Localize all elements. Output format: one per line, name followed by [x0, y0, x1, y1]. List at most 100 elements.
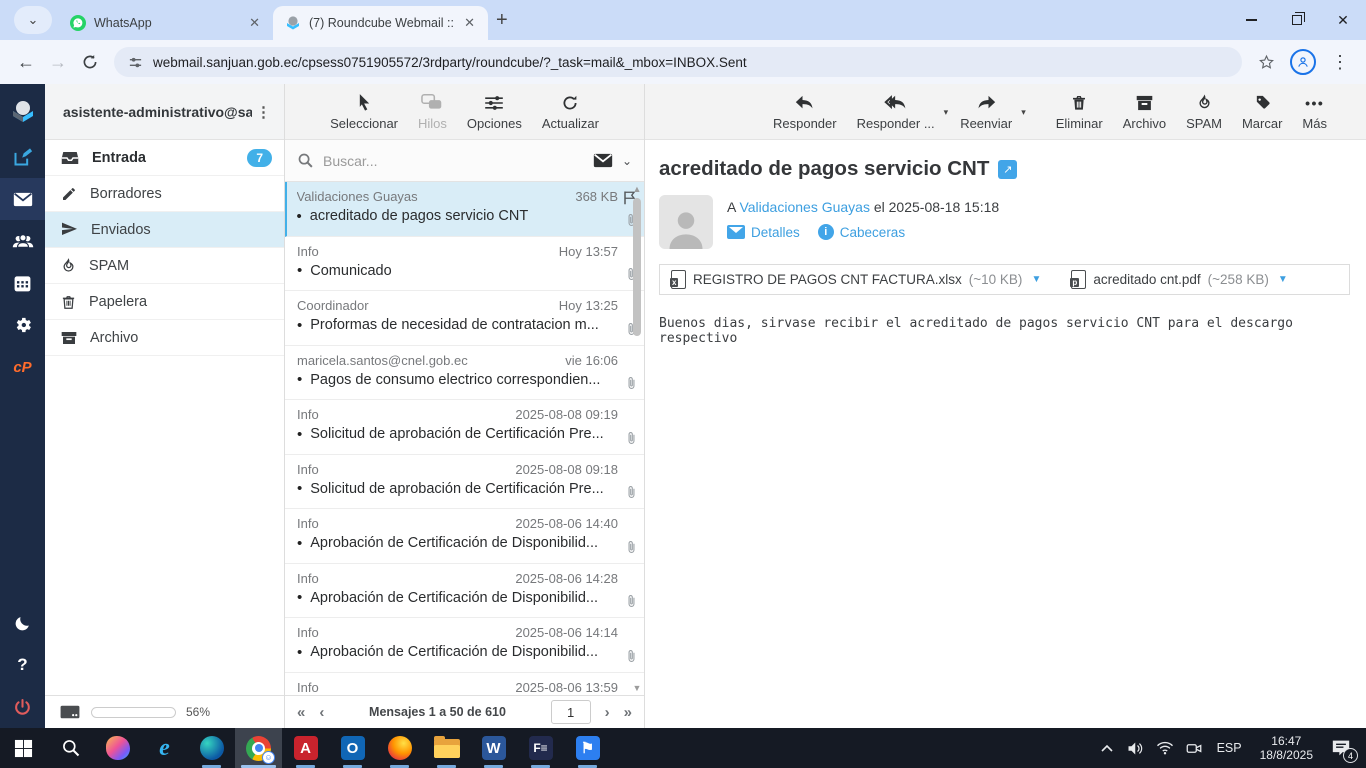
attachment-menu-icon[interactable]: ▼	[1278, 274, 1288, 285]
profile-avatar[interactable]	[1290, 49, 1316, 75]
search-options-chevron-icon[interactable]: ⌄	[622, 154, 632, 168]
forward-icon[interactable]: →	[42, 46, 74, 78]
reply-all-dropdown-icon[interactable]: ▾	[944, 107, 949, 118]
tab-search-button[interactable]: ⌄	[14, 6, 52, 34]
next-page-icon[interactable]: ›	[605, 704, 610, 721]
list-item[interactable]: Info 2025-08-06 14:14 • Aprobación de Cert…	[285, 618, 644, 673]
new-tab-button[interactable]: +	[496, 9, 508, 32]
page-input[interactable]	[550, 700, 591, 724]
meet-now-icon[interactable]	[1183, 741, 1205, 756]
reload-icon[interactable]	[74, 46, 106, 78]
list-item[interactable]: maricela.santos@cnel.gob.ec vie 16:06 • Pa…	[285, 346, 644, 400]
list-item[interactable]: Validaciones Guayas 368 KB • acreditado de…	[285, 182, 644, 237]
url-text: webmail.sanjuan.gob.ec/cpsess0751905572/…	[153, 54, 747, 70]
account-menu-icon[interactable]: ⋮	[252, 103, 276, 121]
archive-button[interactable]: Archivo	[1115, 93, 1174, 131]
list-scrollbar[interactable]: ▲ ▼	[631, 184, 643, 693]
start-button[interactable]	[0, 728, 47, 768]
back-icon[interactable]: ←	[10, 46, 42, 78]
list-item[interactable]: Info 2025-08-08 09:18 • Solicitud de aprob…	[285, 455, 644, 509]
list-item[interactable]: Info 2025-08-06 14:28 • Aprobación de Cert…	[285, 564, 644, 618]
account-name: asistente-administrativo@sa...	[63, 103, 252, 120]
folder-borradores[interactable]: Borradores	[45, 176, 284, 212]
windows-taskbar: e ☺ A O W F≡ ⚑ ESP 16:47 18/8/2025 4	[0, 728, 1366, 768]
list-item[interactable]: Info 2025-08-06 13:59	[285, 673, 644, 696]
tab-close-icon[interactable]: ✕	[246, 15, 263, 31]
site-settings-icon[interactable]	[128, 55, 143, 70]
reply-button[interactable]: Responder	[765, 93, 845, 131]
wifi-icon[interactable]	[1154, 741, 1176, 755]
headers-link[interactable]: i Cabeceras	[817, 224, 905, 240]
contacts-nav-icon[interactable]	[0, 220, 45, 262]
tab-whatsapp[interactable]: WhatsApp ✕	[58, 6, 273, 40]
edge-icon[interactable]	[188, 728, 235, 768]
options-button[interactable]: Opciones	[459, 93, 530, 131]
folder-enviados[interactable]: Enviados	[45, 212, 284, 248]
folder-entrada[interactable]: Entrada 7	[45, 140, 284, 176]
word-icon[interactable]: W	[470, 728, 517, 768]
volume-icon[interactable]	[1125, 741, 1147, 756]
forward-dropdown-icon[interactable]: ▾	[1021, 107, 1026, 118]
select-button[interactable]: Seleccionar	[322, 93, 406, 131]
chrome-icon[interactable]: ☺	[235, 728, 282, 768]
acrobat-icon[interactable]: A	[282, 728, 329, 768]
first-page-icon[interactable]: «	[297, 704, 305, 721]
search-input[interactable]	[323, 152, 584, 169]
scrollbar-thumb[interactable]	[633, 198, 641, 336]
more-button[interactable]: ••• Más	[1294, 93, 1335, 131]
attachment-xlsx[interactable]: x REGISTRO DE PAGOS CNT FACTURA.xlsx (~1…	[670, 270, 1041, 289]
logout-power-icon[interactable]	[0, 686, 45, 728]
dark-mode-moon-icon[interactable]	[0, 602, 45, 644]
taskbar-search-icon[interactable]	[47, 728, 94, 768]
folder-archivo[interactable]: Archivo	[45, 320, 284, 356]
cpanel-icon[interactable]: cP	[0, 346, 45, 388]
internet-explorer-icon[interactable]: e	[141, 728, 188, 768]
refresh-icon	[561, 93, 579, 113]
settings-gear-icon[interactable]	[0, 304, 45, 346]
window-restore-button[interactable]	[1274, 0, 1320, 40]
window-close-button[interactable]: ✕	[1320, 0, 1366, 40]
language-indicator[interactable]: ESP	[1212, 741, 1247, 755]
refresh-button[interactable]: Actualizar	[534, 93, 607, 131]
mark-button[interactable]: Marcar	[1234, 93, 1290, 131]
clock[interactable]: 16:47 18/8/2025	[1254, 734, 1319, 762]
list-item[interactable]: Info Hoy 13:57 • Comunicado	[285, 237, 644, 291]
recipient-link[interactable]: Validaciones Guayas	[739, 199, 869, 215]
attachment-menu-icon[interactable]: ▼	[1031, 274, 1041, 285]
blue-f-app-icon[interactable]: ⚑	[564, 728, 611, 768]
window-minimize-button[interactable]	[1228, 0, 1274, 40]
details-link[interactable]: Detalles	[727, 225, 800, 240]
tab-roundcube[interactable]: (7) Roundcube Webmail :: Envia ✕	[273, 6, 488, 40]
reply-all-button[interactable]: Responder ...	[849, 93, 943, 131]
notification-center-icon[interactable]: 4	[1326, 739, 1358, 763]
firefox-icon[interactable]	[376, 728, 423, 768]
last-page-icon[interactable]: »	[624, 704, 632, 721]
mail-nav-icon[interactable]	[0, 178, 45, 220]
list-item[interactable]: Coordinador Hoy 13:25 • Proformas de neces…	[285, 291, 644, 346]
file-explorer-icon[interactable]	[423, 728, 470, 768]
calendar-nav-icon[interactable]	[0, 262, 45, 304]
spam-button[interactable]: SPAM	[1178, 93, 1230, 131]
threads-button[interactable]: Hilos	[410, 93, 455, 131]
forticlient-icon[interactable]: F≡	[517, 728, 564, 768]
address-bar[interactable]: webmail.sanjuan.gob.ec/cpsess0751905572/…	[114, 47, 1242, 77]
search-scope-mail-icon[interactable]	[593, 153, 613, 168]
bookmark-star-icon[interactable]	[1250, 46, 1282, 78]
folder-papelera[interactable]: Papelera	[45, 284, 284, 320]
tab-close-icon[interactable]: ✕	[461, 15, 478, 31]
tray-chevron-icon[interactable]	[1096, 744, 1118, 752]
folder-spam[interactable]: SPAM	[45, 248, 284, 284]
delete-button[interactable]: Eliminar	[1048, 93, 1111, 131]
list-item[interactable]: Info 2025-08-08 09:19 • Solicitud de aprob…	[285, 400, 644, 455]
browser-menu-icon[interactable]: ⋮	[1324, 46, 1356, 78]
prev-page-icon[interactable]: ‹	[319, 704, 324, 721]
open-in-new-window-icon[interactable]: ↗	[998, 159, 1018, 179]
outlook-icon[interactable]: O	[329, 728, 376, 768]
attachment-pdf[interactable]: p acreditado cnt.pdf (~258 KB) ▼	[1070, 270, 1288, 289]
help-icon[interactable]: ?	[0, 644, 45, 686]
copilot-icon[interactable]	[94, 728, 141, 768]
compose-button[interactable]	[0, 136, 45, 178]
whatsapp-favicon	[70, 15, 86, 31]
list-item[interactable]: Info 2025-08-06 14:40 • Aprobación de Cert…	[285, 509, 644, 564]
forward-button[interactable]: Reenviar	[952, 93, 1020, 131]
